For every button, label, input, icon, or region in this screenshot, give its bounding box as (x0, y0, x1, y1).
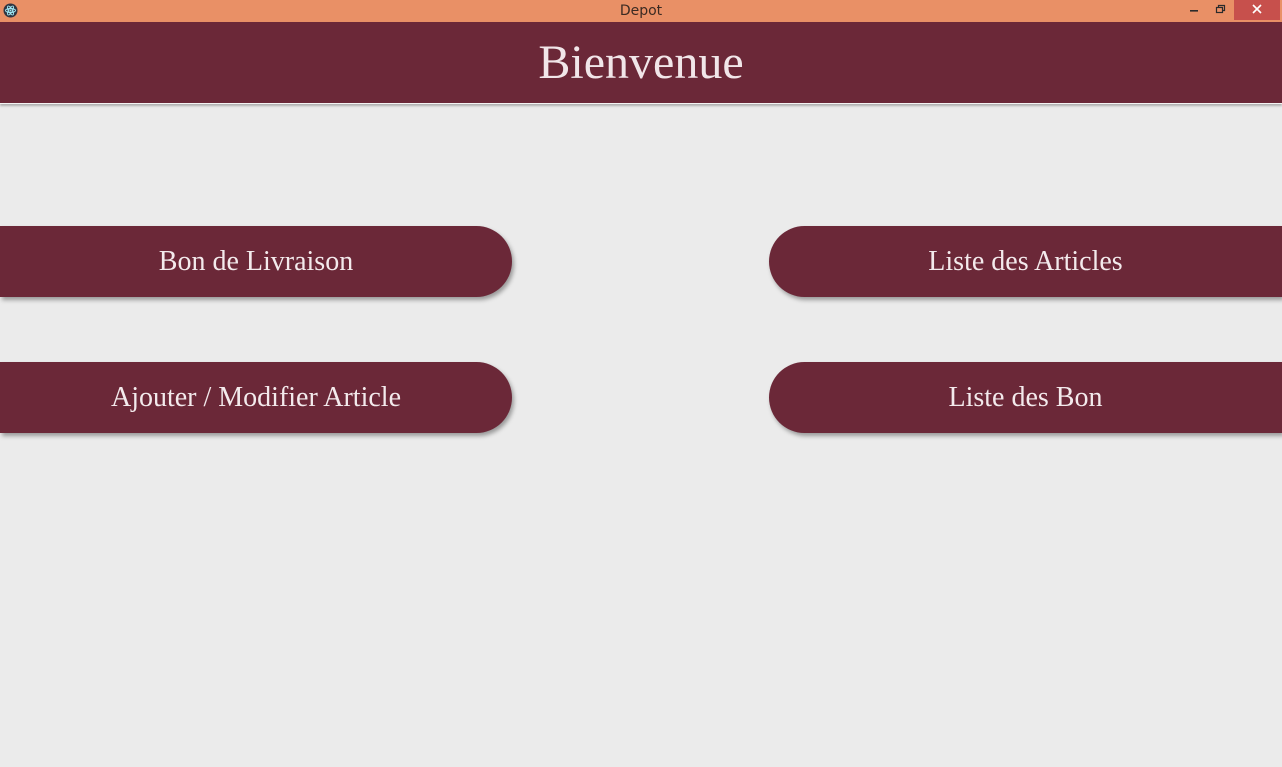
liste-des-bon-button[interactable]: Liste des Bon (769, 362, 1282, 433)
close-icon (1234, 0, 1280, 20)
app-window: Depot Bienvenue Bon de Livraison Liste d… (0, 0, 1282, 767)
bon-de-livraison-button[interactable]: Bon de Livraison (0, 226, 512, 297)
minimize-icon (1181, 0, 1207, 20)
page-title: Bienvenue (538, 36, 744, 89)
close-button[interactable] (1234, 0, 1280, 20)
liste-des-articles-button[interactable]: Liste des Articles (769, 226, 1282, 297)
maximize-button[interactable] (1207, 0, 1233, 20)
page-header: Bienvenue (0, 22, 1282, 104)
minimize-button[interactable] (1181, 0, 1207, 20)
restore-icon (1207, 0, 1233, 20)
title-bar[interactable]: Depot (0, 0, 1282, 22)
window-title: Depot (619, 3, 663, 19)
ajouter-modifier-article-button[interactable]: Ajouter / Modifier Article (0, 362, 512, 433)
